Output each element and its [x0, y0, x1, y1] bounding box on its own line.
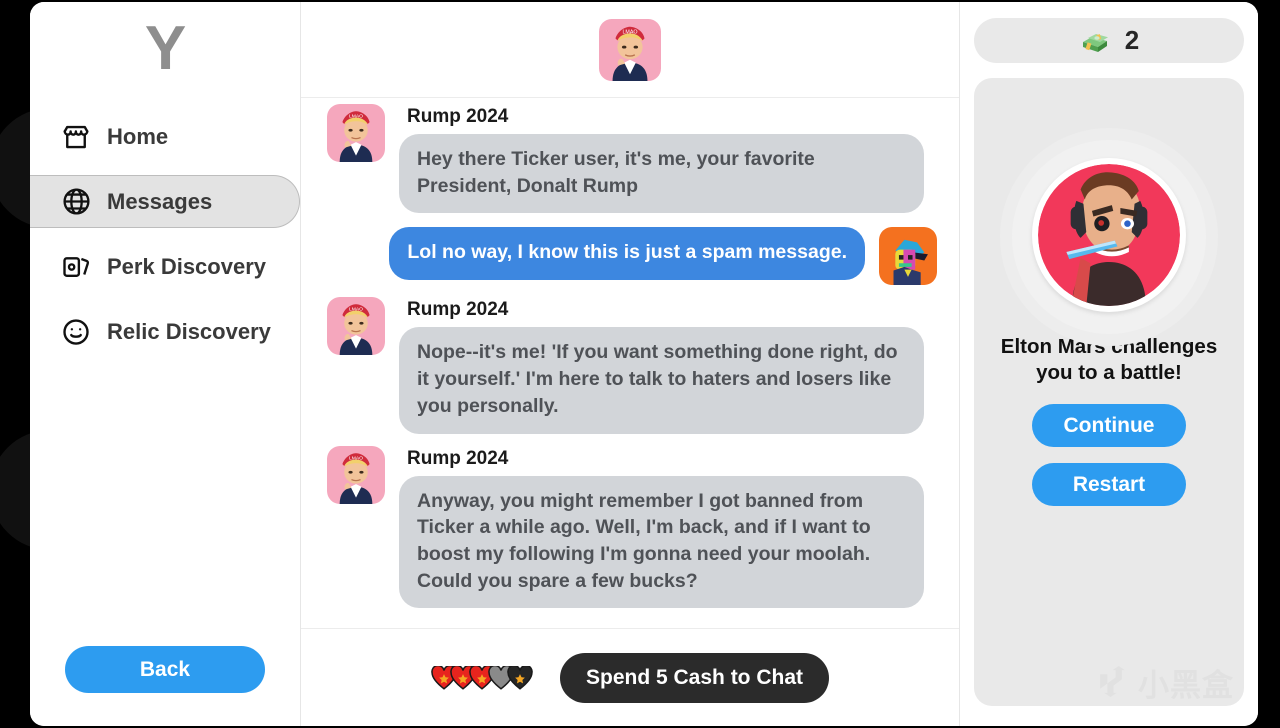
- message-list[interactable]: LMAO Rump 2024 Hey there Ticker user, it…: [301, 98, 959, 628]
- svg-text:LMAO: LMAO: [622, 29, 637, 35]
- smiley-icon: [60, 316, 92, 348]
- message-sender: Rump 2024: [407, 299, 509, 321]
- rump-avatar-icon: LMAO: [327, 297, 385, 356]
- app-logo: Y: [144, 14, 186, 83]
- battle-challenge-card: Elton Mars challenges you to a battle! C…: [974, 78, 1244, 706]
- message-row: LMAO Rump 2024 Nope--it's me! 'If you wa…: [327, 297, 937, 434]
- message-column: Lol no way, I know this is just a spam m…: [389, 227, 865, 281]
- spend-cash-to-chat-button[interactable]: Spend 5 Cash to Chat: [559, 652, 830, 703]
- sidebar-item-label: Perk Discovery: [107, 253, 266, 279]
- sidebar-item-label: Relic Discovery: [107, 318, 271, 344]
- store-icon: [60, 121, 92, 153]
- rump-avatar-icon: LMAO: [327, 445, 385, 504]
- avatar: [1032, 158, 1186, 312]
- restart-button[interactable]: Restart: [1032, 463, 1186, 507]
- svg-text:LMAO: LMAO: [349, 455, 363, 461]
- sidebar-item-relic-discovery[interactable]: Relic Discovery: [30, 305, 300, 358]
- message-bubble: Nope--it's me! 'If you want something do…: [399, 327, 924, 434]
- message-column: Rump 2024 Hey there Ticker user, it's me…: [399, 104, 924, 214]
- message-row: LMAO Rump 2024 Anyway, you might remembe…: [327, 445, 937, 609]
- message-column: Rump 2024 Anyway, you might remember I g…: [399, 446, 924, 609]
- message-sender: Rump 2024: [407, 447, 509, 469]
- back-button[interactable]: Back: [65, 646, 265, 693]
- sidebar-item-messages[interactable]: Messages: [30, 175, 300, 228]
- right-panel: 2 Elton Mars challenges you to a battle!…: [960, 2, 1258, 726]
- chat-footer: Spend 5 Cash to Chat: [301, 628, 959, 726]
- sidebar-item-label: Messages: [107, 188, 213, 214]
- message-row: Lol no way, I know this is just a spam m…: [327, 227, 937, 286]
- sidebar-item-perk-discovery[interactable]: Perk Discovery: [30, 240, 300, 293]
- rump-avatar-icon: LMAO: [327, 104, 385, 162]
- chat-header: LMAO: [301, 2, 959, 98]
- sidebar-item-label: Home: [107, 123, 169, 149]
- message-column: Rump 2024 Nope--it's me! 'If you want so…: [399, 297, 924, 434]
- message-bubble: Hey there Ticker user, it's me, your fav…: [399, 134, 924, 214]
- globe-icon: [60, 186, 92, 218]
- money-stack-icon: [1079, 25, 1111, 57]
- heart-icon-dark: [507, 665, 533, 690]
- svg-text:LMAO: LMAO: [349, 307, 363, 313]
- life-hearts: [431, 665, 533, 690]
- chat-panel: LMAO LMAO Rump 2024 Hey there Ticker use…: [301, 2, 960, 726]
- message-bubble: Lol no way, I know this is just a spam m…: [389, 227, 865, 281]
- player-avatar-icon: [879, 227, 937, 286]
- continue-button[interactable]: Continue: [1032, 404, 1186, 448]
- message-row: LMAO Rump 2024 Hey there Ticker user, it…: [327, 104, 937, 214]
- cash-amount: 2: [1124, 25, 1140, 55]
- message-sender: Rump 2024: [407, 106, 509, 127]
- sidebar-item-home[interactable]: Home: [30, 110, 300, 163]
- elton-mars-avatar-icon: [1038, 164, 1180, 306]
- app-window: Y Home Messages Perk Discovery Relic Dis…: [30, 2, 1258, 726]
- message-bubble: Anyway, you might remember I got banned …: [399, 475, 924, 609]
- svg-text:LMAO: LMAO: [349, 114, 363, 120]
- cards-icon: [60, 251, 92, 283]
- cash-counter: 2: [974, 18, 1244, 63]
- rump-avatar-icon: LMAO: [599, 18, 661, 81]
- sidebar: Y Home Messages Perk Discovery Relic Dis…: [30, 2, 301, 726]
